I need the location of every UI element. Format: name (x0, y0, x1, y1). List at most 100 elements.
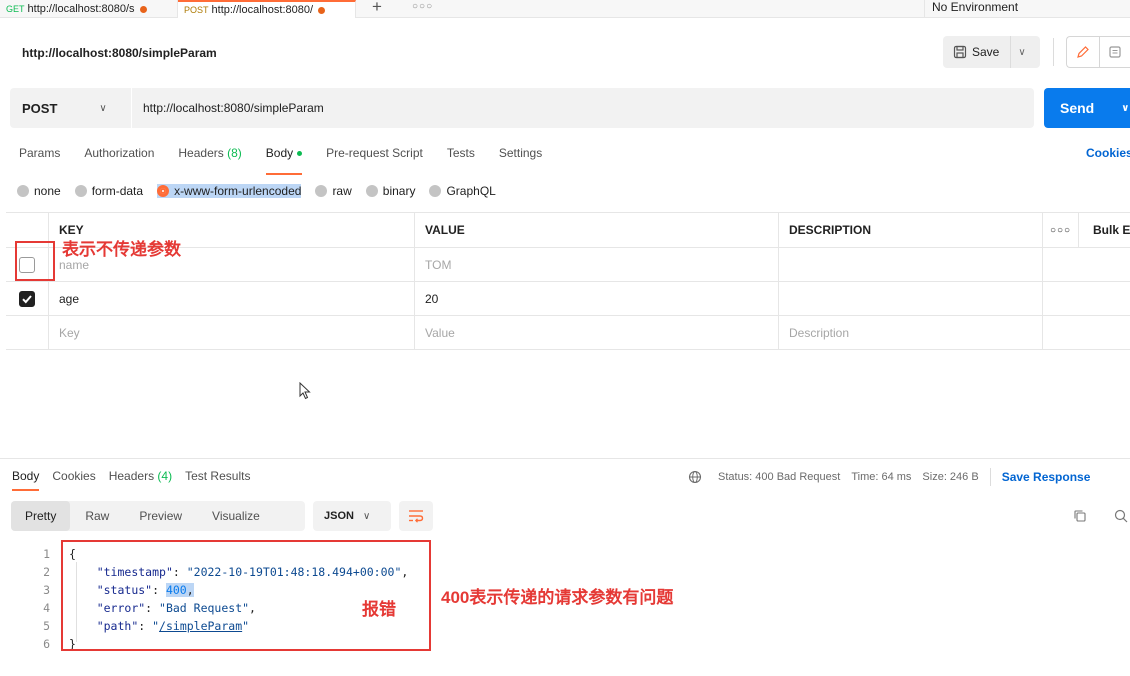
row-description[interactable] (779, 282, 1043, 315)
tab-url: http://localhost:8080/s (27, 3, 135, 15)
unsaved-dot-icon (139, 5, 147, 13)
resp-tab-test-results[interactable]: Test Results (185, 469, 250, 483)
radio-graphql[interactable]: GraphQL (429, 184, 496, 198)
radio-raw[interactable]: raw (315, 184, 352, 198)
divider (0, 458, 1130, 459)
more-options-icon[interactable]: ○○○ (1043, 213, 1079, 247)
line-number: 6 (43, 637, 50, 651)
language-select[interactable]: JSON ∨ (313, 501, 391, 531)
params-table: KEY VALUE DESCRIPTION ○○○ Bulk E name TO… (6, 212, 1130, 350)
save-button[interactable]: Save ∨ (943, 36, 1040, 68)
radio-form-data[interactable]: form-data (74, 184, 144, 198)
save-icon (953, 45, 967, 59)
radio-none[interactable]: none (17, 184, 61, 198)
tab-get-request[interactable]: GET http://localhost:8080/s (0, 0, 178, 18)
radio-circle (315, 185, 328, 197)
line-number: 5 (43, 619, 50, 633)
request-tabs: Params Authorization Headers (8) Body Pr… (19, 146, 566, 175)
response-tabs: Body Cookies Headers (4) Test Results (12, 469, 263, 491)
radio-label: raw (332, 184, 352, 198)
plus-icon[interactable]: + (372, 0, 382, 17)
format-raw[interactable]: Raw (70, 501, 124, 531)
row-check-cell (6, 282, 49, 315)
cookies-link[interactable]: Cookies (1086, 146, 1130, 160)
response-status-bar: Status: 400 Bad Request Time: 64 ms Size… (688, 468, 1090, 486)
tab-body[interactable]: Body (265, 146, 303, 175)
row-value[interactable]: 20 (415, 282, 779, 315)
table-row: Key Value Description (6, 316, 1130, 350)
method-select[interactable]: POST ∨ (10, 88, 132, 128)
row-value[interactable]: TOM (415, 248, 779, 281)
radio-circle-selected (157, 185, 170, 197)
line-number: 4 (43, 601, 50, 615)
row-checkbox[interactable] (19, 290, 35, 307)
tab-tests[interactable]: Tests (447, 146, 475, 166)
chevron-down-icon[interactable]: ∨ (1018, 47, 1025, 58)
format-visualize[interactable]: Visualize (197, 501, 275, 531)
mouse-cursor-icon (299, 382, 311, 400)
radio-label: form-data (91, 184, 144, 198)
tab-method: GET (6, 4, 25, 14)
row-key[interactable]: age (49, 282, 415, 315)
radio-circle (74, 185, 87, 197)
new-key-input[interactable]: Key (49, 316, 415, 349)
copy-icon[interactable] (1073, 509, 1087, 523)
radio-binary[interactable]: binary (365, 184, 415, 198)
more-tabs-icon[interactable]: ○○○ (412, 1, 433, 12)
resp-tab-headers[interactable]: Headers (4) (109, 469, 172, 483)
status-text[interactable]: Status: 400 Bad Request (718, 471, 840, 483)
chevron-down-icon: ∨ (362, 510, 371, 522)
tab-params[interactable]: Params (19, 146, 60, 166)
divider (989, 468, 991, 486)
radio-label: x-www-form-urlencoded (174, 184, 302, 198)
line-number: 2 (43, 565, 50, 579)
environment-select[interactable]: No Environment (924, 0, 1130, 18)
table-row: age 20 (6, 282, 1130, 316)
send-label: Send (1060, 100, 1095, 116)
active-dot-icon (297, 151, 303, 157)
divider (1010, 36, 1012, 68)
resp-headers-label: Headers (108, 469, 155, 483)
line-number: 1 (43, 547, 50, 561)
radio-circle (365, 185, 378, 197)
radio-circle (429, 185, 442, 197)
size-text[interactable]: Size: 246 B (922, 471, 978, 483)
format-preview[interactable]: Preview (124, 501, 197, 531)
new-description-input[interactable]: Description (779, 316, 1043, 349)
send-button[interactable]: Send ∨ (1044, 88, 1130, 128)
headers-count: (8) (227, 146, 242, 160)
annotation-text: 报错 (362, 600, 396, 619)
radio-label: GraphQL (446, 184, 496, 198)
body-type-radios: none form-data x-www-form-urlencoded raw… (17, 184, 510, 198)
format-pretty[interactable]: Pretty (11, 501, 71, 531)
method-label: POST (22, 100, 58, 116)
tab-authorization[interactable]: Authorization (84, 146, 154, 166)
globe-icon[interactable] (688, 470, 702, 484)
tab-pre-request-script[interactable]: Pre-request Script (326, 146, 423, 166)
format-tabs: Pretty Raw Preview Visualize (11, 501, 305, 531)
row-check-cell (6, 316, 49, 349)
tab-post-request[interactable]: POST http://localhost:8080/ (178, 0, 356, 18)
request-title: http://localhost:8080/simpleParam (22, 46, 217, 60)
row-description[interactable] (779, 248, 1043, 281)
resp-tab-body[interactable]: Body (12, 469, 40, 491)
checkmark-icon (22, 294, 32, 303)
document-icon[interactable] (1100, 45, 1130, 59)
pencil-icon[interactable] (1067, 36, 1101, 68)
view-toggle-group (1066, 36, 1130, 68)
bulk-edit-link[interactable]: Bulk E (1079, 213, 1130, 247)
tab-settings[interactable]: Settings (499, 146, 542, 166)
annotation-text: 400表示传递的请求参数有问题 (441, 588, 674, 607)
tab-url: http://localhost:8080/ (211, 4, 314, 16)
new-value-input[interactable]: Value (415, 316, 779, 349)
time-text[interactable]: Time: 64 ms (851, 471, 911, 483)
tab-headers-label: Headers (178, 146, 224, 160)
radio-urlencoded[interactable]: x-www-form-urlencoded (157, 184, 302, 198)
resp-tab-cookies[interactable]: Cookies (52, 469, 95, 483)
wrap-lines-button[interactable] (399, 501, 433, 531)
url-input[interactable]: http://localhost:8080/simpleParam (143, 101, 324, 115)
save-response-button[interactable]: Save Response (1002, 470, 1091, 484)
tab-headers[interactable]: Headers (8) (178, 146, 241, 166)
chevron-down-icon[interactable]: ∨ (1121, 103, 1129, 114)
search-icon[interactable] (1114, 509, 1128, 523)
